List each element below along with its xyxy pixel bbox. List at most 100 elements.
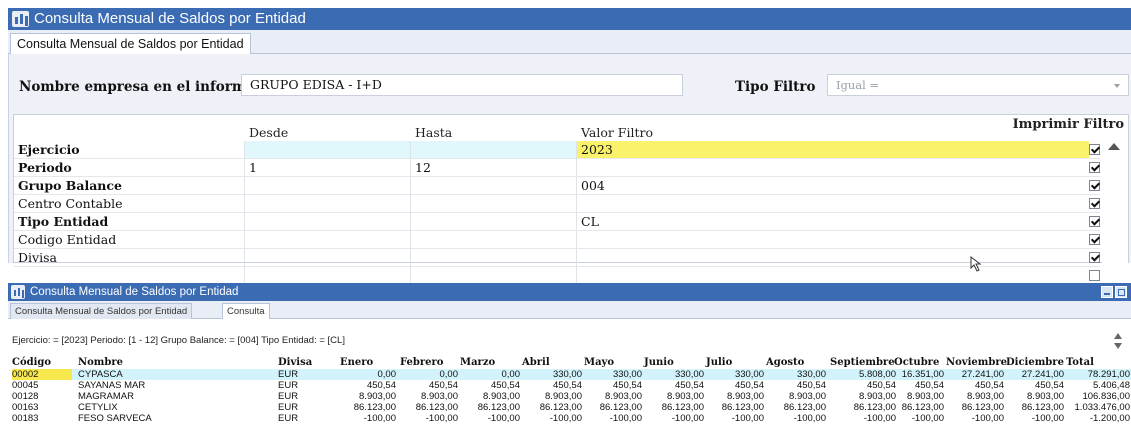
chevron-down-icon[interactable]	[1114, 84, 1120, 88]
results-tabbar: Consulta Mensual de Saldos por Entidad C…	[8, 301, 1131, 319]
valor-filtro-cell[interactable]	[577, 267, 1089, 284]
results-window-titlebar[interactable]: Consulta Mensual de Saldos por Entidad	[8, 283, 1131, 301]
column-header[interactable]: Nombre	[78, 357, 123, 368]
imprimir-checkbox[interactable]	[1089, 270, 1100, 281]
imprimir-checkbox[interactable]	[1089, 180, 1100, 191]
column-header[interactable]: Octubre	[894, 357, 939, 368]
column-header[interactable]: Mayo	[584, 357, 614, 368]
summary-scroll[interactable]	[1113, 333, 1123, 351]
hasta-cell[interactable]	[411, 267, 577, 284]
scroll-down-icon[interactable]	[1114, 343, 1122, 349]
column-header[interactable]: Agosto	[766, 357, 804, 368]
column-header[interactable]: Diciembre	[1006, 357, 1064, 368]
table-cell: 86.123,00	[961, 402, 1004, 413]
column-header[interactable]: Divisa	[278, 357, 312, 368]
table-cell: 450,54	[552, 380, 582, 391]
minimize-icon[interactable]	[1101, 286, 1113, 298]
desde-cell[interactable]	[245, 195, 411, 212]
imprimir-checkbox[interactable]	[1089, 252, 1100, 263]
header-desde: Desde	[249, 125, 289, 140]
table-cell: 450,54	[366, 380, 396, 391]
table-cell: 8.903,00	[967, 391, 1004, 402]
desde-cell[interactable]	[245, 141, 411, 158]
column-header[interactable]: Junio	[644, 357, 674, 368]
column-header[interactable]: Abril	[522, 357, 550, 368]
tipo-filtro-select[interactable]: Igual =	[827, 74, 1129, 96]
column-header[interactable]: Febrero	[400, 357, 443, 368]
scroll-up-icon[interactable]	[1114, 333, 1122, 339]
table-cell: MAGRAMAR	[78, 391, 134, 402]
desde-cell[interactable]	[245, 231, 411, 248]
hasta-cell[interactable]	[411, 213, 577, 230]
filter-grid-scrollbar[interactable]	[1102, 131, 1128, 263]
table-cell: 330,00	[612, 369, 642, 380]
imprimir-checkbox[interactable]	[1089, 144, 1100, 155]
filter-grid: Desde Hasta Valor Filtro Imprimir Filtro…	[13, 114, 1129, 285]
hasta-cell[interactable]: 12	[411, 159, 577, 176]
table-row[interactable]: 00002 CYPASCA EUR 0,00 0,00 0,00 330,00 330,00 3…	[12, 369, 1131, 380]
imprimir-checkbox[interactable]	[1089, 234, 1100, 245]
table-cell: 00163	[12, 402, 39, 413]
table-cell: EUR	[278, 413, 299, 424]
filter-row-label: Ejercicio	[14, 141, 245, 158]
column-header[interactable]: Julio	[706, 357, 732, 368]
column-header[interactable]: Marzo	[460, 357, 495, 368]
table-row[interactable]: 00183 FESO SARVECA EUR -100,00 -100,00 -100,0…	[12, 413, 1131, 424]
column-header[interactable]: Total	[1066, 357, 1094, 368]
tab-consulta[interactable]: Consulta	[222, 303, 270, 319]
table-cell: 8.903,00	[421, 391, 458, 402]
table-cell: -100,00	[863, 413, 896, 424]
desde-cell[interactable]	[245, 177, 411, 194]
filter-window-titlebar[interactable]: Consulta Mensual de Saldos por Entidad	[8, 8, 1131, 30]
filter-row: Divisa	[14, 249, 1100, 267]
table-row[interactable]: 00128 MAGRAMAR EUR 8.903,00 8.903,00 8.903,00…	[12, 391, 1131, 402]
valor-filtro-cell[interactable]	[577, 231, 1089, 248]
table-cell: 450,54	[674, 380, 704, 391]
table-cell: 450,54	[490, 380, 520, 391]
maximize-icon[interactable]	[1115, 286, 1127, 298]
valor-filtro-cell[interactable]	[577, 195, 1089, 212]
hasta-cell[interactable]	[411, 195, 577, 212]
imprimir-checkbox[interactable]	[1089, 216, 1100, 227]
table-cell: 330,00	[734, 369, 764, 380]
table-cell: 86.123,00	[539, 402, 582, 413]
imprimir-checkbox[interactable]	[1089, 198, 1100, 209]
tab-consulta-mensual[interactable]: Consulta Mensual de Saldos por Entidad	[10, 303, 193, 319]
table-cell: 450,54	[428, 380, 458, 391]
filter-window-title: Consulta Mensual de Saldos por Entidad	[34, 10, 306, 27]
table-row[interactable]: 00163 CETYLIX EUR 86.123,00 86.123,00 86.123,…	[12, 402, 1131, 413]
table-cell: 86.123,00	[1021, 402, 1064, 413]
column-header[interactable]: Enero	[340, 357, 373, 368]
table-cell: 00183	[12, 413, 39, 424]
filter-row: Periodo 1 12	[14, 159, 1100, 177]
table-cell: 8.903,00	[727, 391, 764, 402]
hasta-cell[interactable]	[411, 249, 577, 266]
header-imprimir-filtro: Imprimir Filtro	[1012, 117, 1124, 132]
hasta-cell[interactable]	[411, 231, 577, 248]
valor-filtro-cell[interactable]	[577, 249, 1089, 266]
table-cell: EUR	[278, 402, 299, 413]
valor-filtro-cell[interactable]: CL	[577, 213, 1089, 230]
hasta-cell[interactable]	[411, 177, 577, 194]
imprimir-checkbox[interactable]	[1089, 162, 1100, 173]
empresa-input[interactable]: GRUPO EDISA - I+D	[241, 74, 683, 96]
valor-filtro-cell[interactable]: 004	[577, 177, 1089, 194]
desde-cell[interactable]	[245, 213, 411, 230]
hasta-cell[interactable]	[411, 141, 577, 158]
column-header[interactable]: Código	[12, 357, 51, 368]
valor-filtro-cell[interactable]	[577, 159, 1089, 176]
table-cell: -100,00	[549, 413, 582, 424]
column-header[interactable]: Noviembre	[946, 357, 1007, 368]
desde-cell[interactable]	[245, 249, 411, 266]
tab-consulta-mensual[interactable]: Consulta Mensual de Saldos por Entidad	[10, 33, 251, 55]
desde-cell[interactable]	[245, 267, 411, 284]
column-header[interactable]: Septiembre	[830, 357, 895, 368]
table-cell: -100,00	[609, 413, 642, 424]
desde-cell[interactable]: 1	[245, 159, 411, 176]
scroll-up-icon[interactable]	[1108, 143, 1120, 150]
table-row[interactable]: 00045 SAYANAS MAR EUR 450,54 450,54 450,54 450…	[12, 380, 1131, 391]
table-cell: -100,00	[731, 413, 764, 424]
table-cell: 0,00	[501, 369, 521, 380]
valor-filtro-cell[interactable]: 2023	[577, 141, 1089, 158]
table-cell: 86.123,00	[721, 402, 764, 413]
